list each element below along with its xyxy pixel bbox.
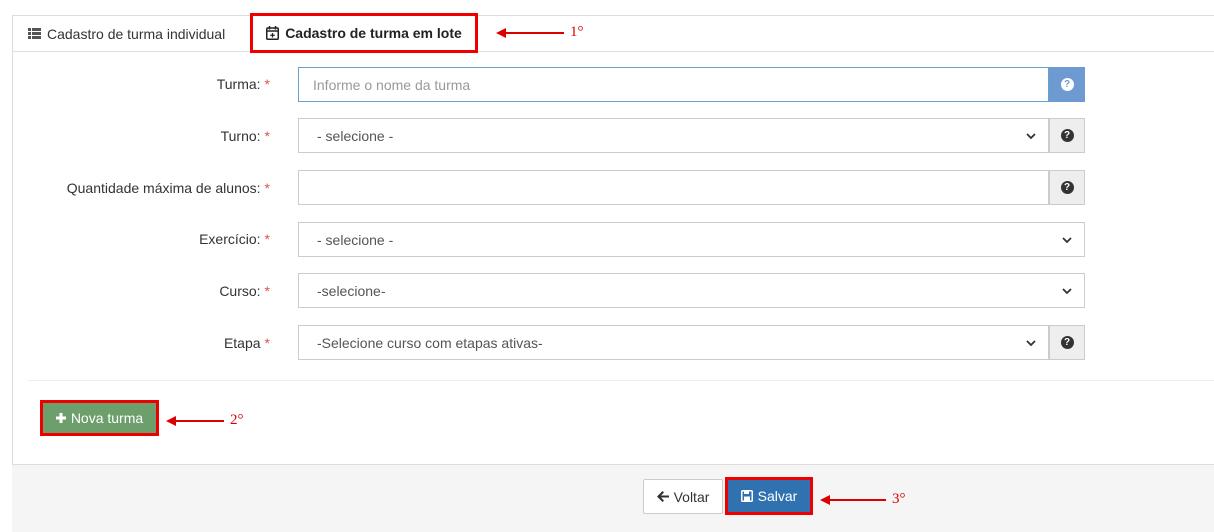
tab-cadastro-individual[interactable]: Cadastro de turma individual (28, 15, 225, 52)
turma-label: Turma: * (216, 76, 270, 92)
plus-icon (55, 413, 66, 423)
arrow-left-icon (656, 491, 669, 502)
question-circle-icon: ? (1060, 78, 1074, 91)
nova-turma-button[interactable]: Nova turma (40, 400, 159, 436)
calendar-plus-icon (266, 26, 280, 40)
arrow-left-icon (496, 27, 564, 38)
quantidade-label: Quantidade máxima de alunos: * (66, 180, 270, 196)
annotation-number: 2° (230, 412, 244, 428)
annotation-3: 3° (820, 491, 906, 508)
tab-bar: Cadastro de turma individual Cadastro de… (12, 13, 1214, 53)
quantidade-input[interactable] (299, 171, 1048, 204)
exercicio-select[interactable]: - selecione - (298, 222, 1085, 257)
exercicio-label: Exercício: * (199, 231, 270, 247)
turno-help-button[interactable]: ? (1049, 118, 1085, 153)
salvar-button[interactable]: Salvar (725, 477, 813, 515)
turma-help-button[interactable]: ? (1049, 67, 1085, 102)
tab-label: Cadastro de turma individual (47, 25, 226, 42)
annotation-number: 1° (570, 24, 584, 40)
chevron-down-icon (1026, 133, 1036, 140)
turno-select[interactable]: - selecione - (298, 118, 1049, 153)
annotation-1: 1° (496, 24, 584, 41)
chevron-down-icon (1026, 340, 1036, 347)
turma-field[interactable] (298, 67, 1049, 102)
section-divider (28, 380, 1214, 381)
arrow-left-icon (820, 494, 886, 505)
curso-select[interactable]: -selecione- (298, 273, 1085, 308)
chevron-down-icon (1062, 237, 1072, 244)
voltar-button[interactable]: Voltar (643, 479, 723, 514)
form-footer (12, 464, 1214, 532)
annotation-2: 2° (166, 412, 244, 429)
list-icon (28, 28, 41, 39)
arrow-left-icon (166, 415, 224, 426)
tab-cadastro-em-lote[interactable]: Cadastro de turma em lote (250, 13, 478, 53)
etapa-help-button[interactable]: ? (1049, 325, 1085, 360)
turma-input[interactable] (299, 68, 1048, 101)
quantidade-field[interactable] (298, 170, 1049, 205)
etapa-select[interactable]: -Selecione curso com etapas ativas- (298, 325, 1049, 360)
question-circle-icon: ? (1060, 181, 1074, 194)
tab-label: Cadastro de turma em lote (285, 25, 462, 41)
quantidade-help-button[interactable]: ? (1049, 170, 1085, 205)
etapa-label: Etapa * (223, 335, 270, 351)
turno-label: Turno: * (220, 128, 270, 144)
question-circle-icon: ? (1060, 336, 1074, 349)
annotation-number: 3° (892, 491, 906, 507)
question-circle-icon: ? (1060, 129, 1074, 142)
curso-label: Curso: * (219, 283, 270, 299)
chevron-down-icon (1062, 288, 1072, 295)
save-icon (740, 490, 753, 502)
